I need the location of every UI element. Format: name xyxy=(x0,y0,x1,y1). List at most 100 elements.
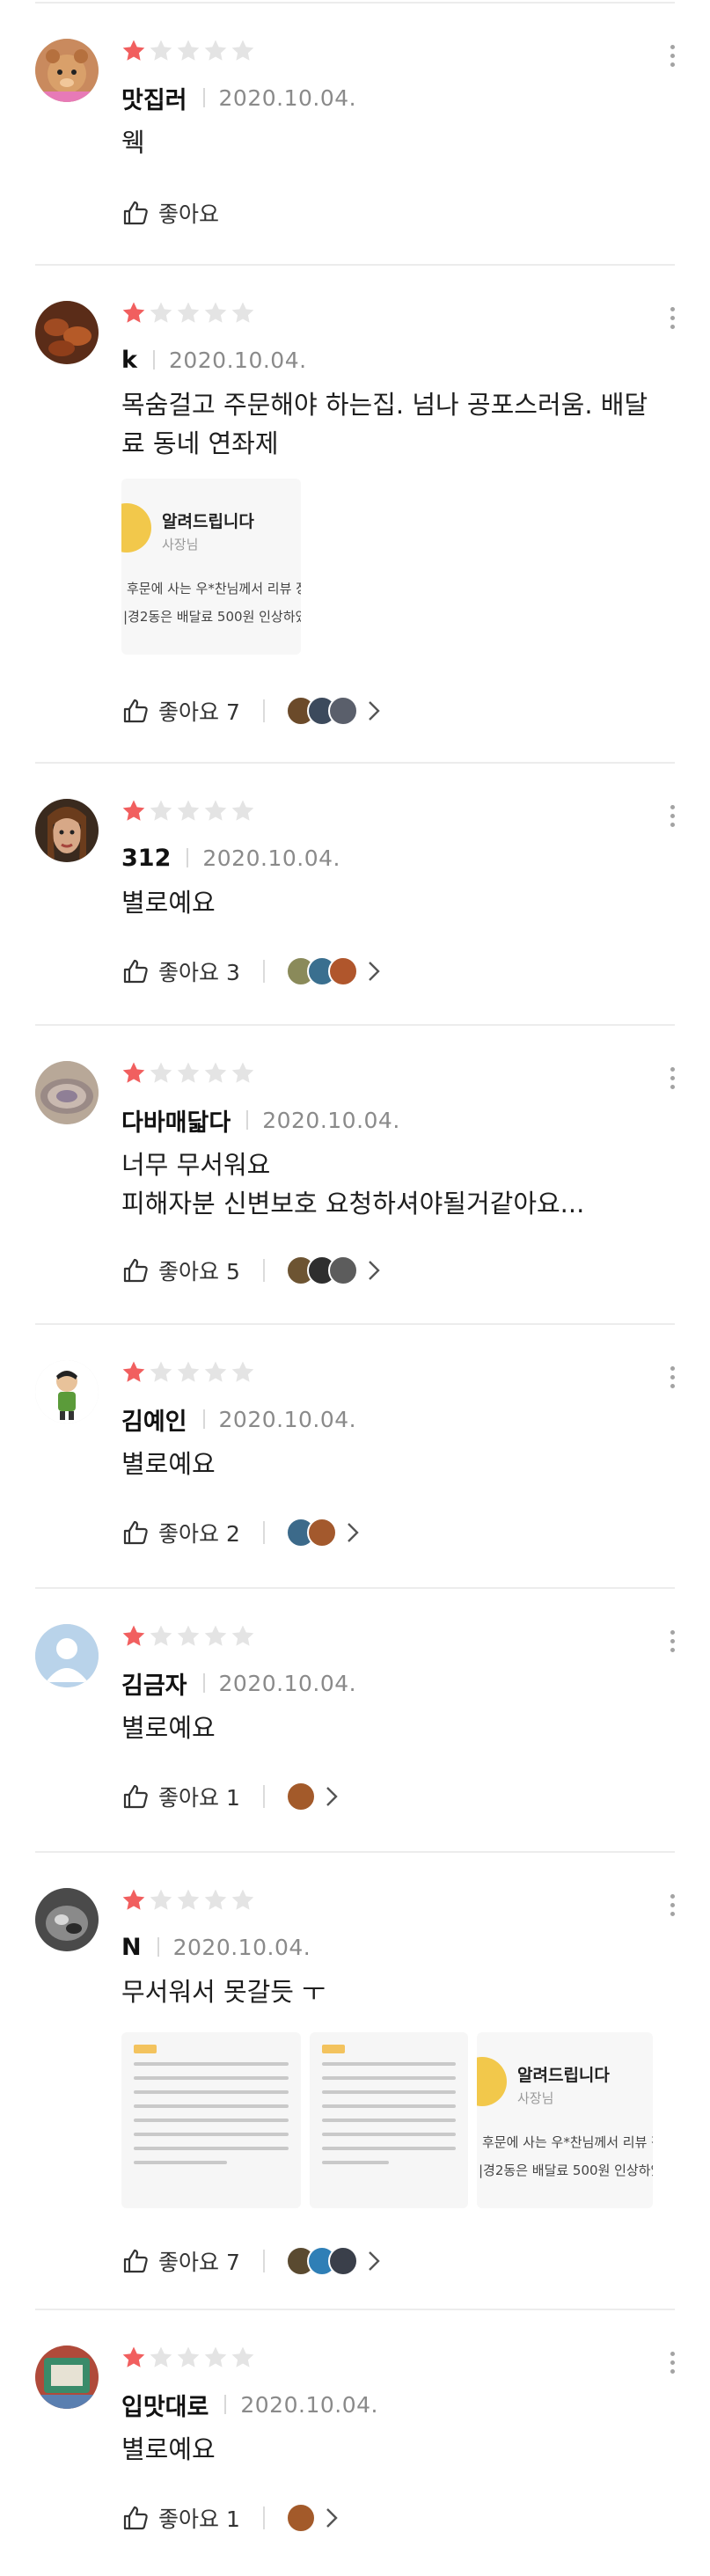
review-photos: 알려드립니다 사장님 후문에 사는 우*찬님께서 리뷰 장난 |경2동은 배달료… xyxy=(121,479,301,655)
review-text-line: 피해자분 신변보호 요청하셔야될거같아요... xyxy=(121,1189,585,1218)
chevron-right-icon[interactable] xyxy=(365,959,383,984)
star-rating xyxy=(121,1624,255,1650)
avatar[interactable] xyxy=(35,1061,99,1124)
avatar[interactable] xyxy=(35,2345,99,2409)
avatar[interactable] xyxy=(35,1888,99,1951)
reviewer-name[interactable]: 김금자 xyxy=(121,1666,187,1701)
reviewer-name[interactable]: 다바매닯다 xyxy=(121,1103,231,1138)
avatar[interactable] xyxy=(35,1360,99,1423)
liker-avatars[interactable] xyxy=(285,956,358,986)
star-filled-icon xyxy=(122,302,145,323)
more-options-icon[interactable] xyxy=(662,40,683,76)
liker-avatars[interactable] xyxy=(285,1255,358,1285)
review-photo[interactable]: 알려드립니다 사장님 후문에 사는 우*찬님께서 리뷰 장난 |경2동은 배달료… xyxy=(477,2032,653,2208)
star-filled-icon xyxy=(122,1889,145,1910)
review-item: 맛집러 2020.10.04. 웩 좋아요 xyxy=(0,21,710,259)
reviewer-name[interactable]: 입맛대로 xyxy=(121,2388,209,2422)
review-text-line: 료 동네 연좌제 xyxy=(121,428,279,458)
more-options-icon[interactable] xyxy=(662,1362,683,1397)
chevron-right-icon[interactable] xyxy=(365,699,383,723)
avatar[interactable] xyxy=(35,1624,99,1687)
more-options-icon[interactable] xyxy=(662,1063,683,1098)
chevron-right-icon[interactable] xyxy=(323,2506,340,2530)
divider xyxy=(152,350,155,370)
notice-line: 후문에 사는 우*찬님께서 리뷰 장난 xyxy=(482,2134,653,2150)
reviewer-name[interactable]: k xyxy=(121,347,137,374)
star-empty-icon xyxy=(204,2346,227,2367)
review-text-line: 웩 xyxy=(121,128,145,157)
divider xyxy=(35,762,675,764)
thumbs-up-icon[interactable] xyxy=(121,1782,150,1811)
chevron-right-icon[interactable] xyxy=(323,1784,340,1809)
like-button-label[interactable]: 좋아요 2 xyxy=(158,1517,240,1548)
like-button-label[interactable]: 좋아요 7 xyxy=(158,695,240,727)
liker-avatar xyxy=(327,956,358,986)
more-options-icon[interactable] xyxy=(662,801,683,836)
divider xyxy=(157,1937,159,1957)
thumbs-up-icon[interactable] xyxy=(121,697,150,725)
star-empty-icon xyxy=(204,1625,227,1646)
liker-avatars[interactable] xyxy=(285,696,358,726)
avatar[interactable] xyxy=(35,301,99,364)
reviewer-name[interactable]: 312 xyxy=(121,845,171,872)
notice-line: 후문에 사는 우*찬님께서 리뷰 장난 xyxy=(127,581,301,596)
like-row: 좋아요 1 xyxy=(121,2500,340,2536)
chevron-right-icon[interactable] xyxy=(365,2249,383,2273)
thumbs-up-icon[interactable] xyxy=(121,1519,150,1547)
more-options-icon[interactable] xyxy=(662,1890,683,1925)
review-text: 무서워서 못갈듯 ㅜ xyxy=(121,1972,676,2011)
divider xyxy=(246,1110,249,1130)
notice-line: |경2동은 배달료 500원 인상하였습 xyxy=(479,2163,653,2178)
thumbs-up-icon[interactable] xyxy=(121,199,150,227)
reviewer-name[interactable]: N xyxy=(121,1934,142,1961)
notice-logo-icon xyxy=(477,2057,507,2106)
more-options-icon[interactable] xyxy=(662,1626,683,1661)
star-empty-icon xyxy=(150,1889,172,1910)
avatar[interactable] xyxy=(35,39,99,102)
star-empty-icon xyxy=(231,1062,254,1083)
divider xyxy=(35,264,675,266)
like-row: 좋아요 7 xyxy=(121,2243,383,2279)
like-button-label[interactable]: 좋아요 3 xyxy=(158,955,240,987)
review-item: 김예인 2020.10.04. 별로예요 좋아요 2 xyxy=(0,1343,710,1584)
review-photo[interactable] xyxy=(121,2032,301,2208)
like-row: 좋아요 2 xyxy=(121,1515,362,1550)
like-button-label[interactable]: 좋아요 1 xyxy=(158,1781,240,1812)
divider xyxy=(202,1673,205,1693)
divider xyxy=(35,1024,675,1026)
like-button-label[interactable]: 좋아요 1 xyxy=(158,2502,240,2534)
liker-avatars[interactable] xyxy=(285,2503,316,2533)
reviewer-name[interactable]: 김예인 xyxy=(121,1402,187,1437)
like-button-label[interactable]: 좋아요 5 xyxy=(158,1255,240,1286)
thumbs-up-icon[interactable] xyxy=(121,2504,150,2532)
star-empty-icon xyxy=(150,800,172,821)
chevron-right-icon[interactable] xyxy=(365,1258,383,1283)
like-button-label[interactable]: 좋아요 xyxy=(158,197,219,229)
notice-title: 알려드립니다 xyxy=(517,2066,610,2085)
avatar[interactable] xyxy=(35,799,99,862)
review-photo[interactable] xyxy=(310,2032,468,2208)
more-options-icon[interactable] xyxy=(662,303,683,338)
divider xyxy=(35,2309,675,2310)
review-photo[interactable]: 알려드립니다 사장님 후문에 사는 우*찬님께서 리뷰 장난 |경2동은 배달료… xyxy=(121,479,301,655)
like-button-label[interactable]: 좋아요 7 xyxy=(158,2245,240,2277)
notice-line: |경2동은 배달료 500원 인상하였습 xyxy=(123,609,301,625)
more-options-icon[interactable] xyxy=(662,2347,683,2382)
review-item: k 2020.10.04. 목숨걸고 주문해야 하는집. 넘나 공포스러움. 배… xyxy=(0,283,710,758)
chevron-right-icon[interactable] xyxy=(344,1520,362,1545)
thumbs-up-icon[interactable] xyxy=(121,1256,150,1284)
reviewer-name[interactable]: 맛집러 xyxy=(121,81,187,115)
star-empty-icon xyxy=(231,40,254,61)
liker-avatars[interactable] xyxy=(285,2246,358,2276)
star-empty-icon xyxy=(150,1361,172,1382)
thumbs-up-icon[interactable] xyxy=(121,2247,150,2275)
divider xyxy=(262,1259,265,1282)
review-text: 별로예요 xyxy=(121,883,676,922)
thumbs-up-icon[interactable] xyxy=(121,957,150,985)
review-date: 2020.10.04. xyxy=(218,84,357,111)
like-row: 좋아요 xyxy=(121,195,219,231)
notice-logo-icon xyxy=(121,503,151,553)
liker-avatar xyxy=(327,2246,358,2276)
liker-avatars[interactable] xyxy=(285,1518,337,1548)
liker-avatars[interactable] xyxy=(285,1782,316,1811)
